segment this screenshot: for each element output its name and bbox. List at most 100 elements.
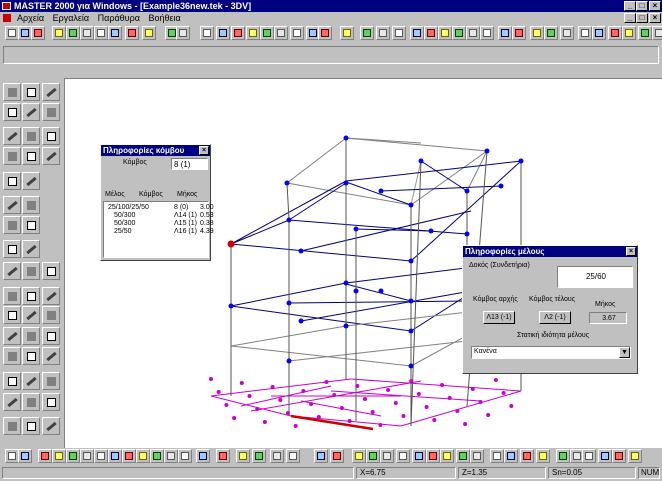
base-node[interactable]	[370, 410, 375, 414]
palette-tool-button[interactable]	[42, 347, 60, 365]
structural-node[interactable]	[378, 188, 384, 194]
toolbar-button-22[interactable]	[360, 26, 374, 40]
column[interactable]	[410, 160, 422, 427]
toolbar-button-39[interactable]	[622, 26, 636, 40]
toolbar-button-20[interactable]	[330, 449, 344, 463]
palette-tool-button[interactable]	[3, 262, 21, 280]
structural-node[interactable]	[498, 183, 504, 189]
toolbar-button-20[interactable]	[318, 26, 332, 40]
toolbar-button-17[interactable]	[274, 26, 288, 40]
structural-node[interactable]	[298, 248, 304, 254]
structural-node[interactable]	[343, 280, 349, 286]
toolbar-button-31[interactable]	[498, 26, 512, 40]
structural-node[interactable]	[428, 228, 434, 234]
structural-node[interactable]	[518, 158, 524, 164]
base-node[interactable]	[293, 424, 298, 428]
base-node[interactable]	[416, 392, 421, 396]
palette-tool-button[interactable]	[3, 327, 21, 345]
palette-tool-button[interactable]	[22, 196, 40, 214]
toolbar-button-10[interactable]	[150, 449, 164, 463]
connected-members-list[interactable]: 25/100/25/50 8 (0) 3.00 50/300 Λ14 (1) 0.53 50…	[103, 201, 214, 258]
toolbar-button-3[interactable]	[52, 449, 66, 463]
toolbar-button-14[interactable]	[216, 449, 230, 463]
structural-node[interactable]	[408, 298, 414, 304]
toolbar-button-30[interactable]	[480, 26, 494, 40]
toolbar-button-38[interactable]	[608, 26, 622, 40]
toolbar-button-28[interactable]	[456, 449, 470, 463]
toolbar-button-5[interactable]	[80, 449, 94, 463]
roof-beam[interactable]	[286, 182, 412, 206]
palette-tool-button[interactable]	[22, 172, 40, 190]
toolbar-button-9[interactable]	[136, 449, 150, 463]
palette-tool-button[interactable]	[42, 417, 60, 435]
toolbar-button-34[interactable]	[556, 449, 570, 463]
roof-beam[interactable]	[286, 137, 347, 184]
structural-node[interactable]	[343, 180, 349, 186]
base-node[interactable]	[432, 418, 437, 422]
toolbar-button-12[interactable]	[178, 449, 192, 463]
menu-windows[interactable]: Παράθυρα	[98, 13, 140, 23]
base-node[interactable]	[486, 413, 491, 417]
structural-node[interactable]	[286, 358, 292, 364]
structural-node[interactable]	[378, 288, 384, 294]
structural-node[interactable]	[284, 180, 290, 186]
static-property-select[interactable]: Κανένα ▼	[471, 346, 631, 359]
frame-member[interactable]	[230, 219, 290, 245]
toolbar-button-12[interactable]	[200, 26, 214, 40]
base-node[interactable]	[355, 384, 360, 388]
save-file-button[interactable]	[31, 26, 45, 40]
toolbar-button-3[interactable]	[52, 26, 66, 40]
toolbar-button-8[interactable]	[125, 26, 139, 40]
section-value-field[interactable]: 25/60	[557, 266, 633, 288]
palette-tool-button[interactable]	[3, 103, 21, 121]
base-node[interactable]	[332, 393, 337, 397]
toolbar-button-4[interactable]	[66, 449, 80, 463]
base-node[interactable]	[409, 379, 414, 383]
toolbar-button-8[interactable]	[122, 449, 136, 463]
toolbar-button-30[interactable]	[490, 449, 504, 463]
toolbar-button-27[interactable]	[440, 449, 454, 463]
document-icon[interactable]	[3, 14, 11, 22]
base-node[interactable]	[470, 387, 475, 391]
palette-tool-button[interactable]	[42, 127, 60, 145]
column[interactable]	[286, 182, 290, 221]
structural-node[interactable]	[408, 202, 414, 208]
structural-node[interactable]	[298, 318, 304, 324]
palette-tool-button[interactable]	[3, 147, 21, 165]
toolbar-button-37[interactable]	[598, 449, 612, 463]
member-info-close-icon[interactable]: ×	[626, 247, 636, 256]
palette-tool-button[interactable]	[42, 287, 60, 305]
palette-tool-button[interactable]	[42, 393, 60, 411]
palette-tool-button[interactable]	[22, 240, 40, 258]
frame-member[interactable]	[288, 340, 468, 362]
node-info-close-icon[interactable]: ×	[199, 146, 209, 155]
frame-member[interactable]	[300, 210, 472, 252]
toolbar-button-2[interactable]	[38, 449, 52, 463]
toolbar-button-7[interactable]	[108, 26, 122, 40]
structural-node[interactable]	[353, 226, 359, 232]
frame-member[interactable]	[210, 378, 352, 397]
start-node-button[interactable]: Λ13 (-1)	[483, 311, 515, 324]
palette-tool-button[interactable]	[3, 83, 21, 101]
base-node[interactable]	[493, 378, 498, 382]
base-node[interactable]	[393, 401, 398, 405]
palette-tool-button[interactable]	[3, 417, 21, 435]
command-strip[interactable]	[3, 46, 659, 64]
palette-tool-button[interactable]	[22, 216, 40, 234]
menu-tools[interactable]: Εργαλεία	[53, 13, 90, 23]
base-node[interactable]	[501, 391, 506, 395]
frame-member[interactable]	[345, 160, 522, 182]
base-node[interactable]	[232, 416, 237, 420]
toolbar-button-24[interactable]	[396, 449, 410, 463]
frame-member[interactable]	[230, 345, 412, 367]
base-node[interactable]	[216, 390, 221, 394]
palette-tool-button[interactable]	[22, 147, 40, 165]
palette-tool-button[interactable]	[22, 262, 40, 280]
palette-tool-button[interactable]	[3, 216, 21, 234]
palette-tool-button[interactable]	[3, 172, 21, 190]
palette-tool-button[interactable]	[22, 327, 40, 345]
toolbar-button-33[interactable]	[536, 449, 550, 463]
toolbar-button-33[interactable]	[530, 26, 544, 40]
base-node[interactable]	[363, 397, 367, 401]
toolbar-button-35[interactable]	[560, 26, 574, 40]
